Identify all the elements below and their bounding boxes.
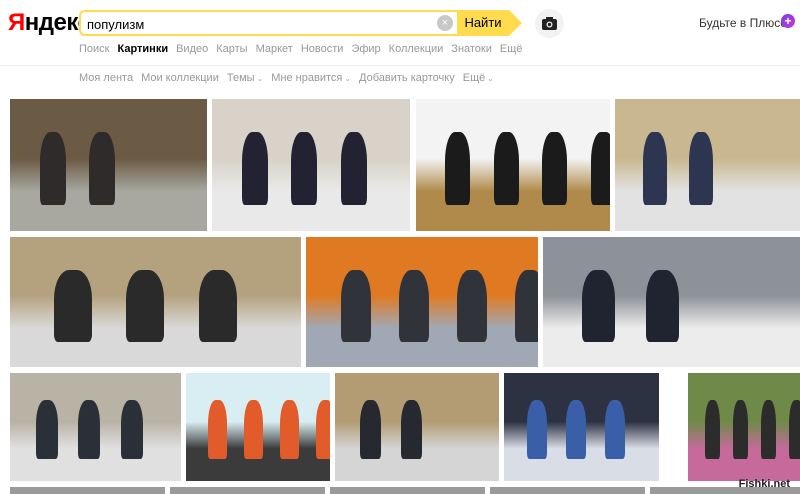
- camera-icon[interactable]: [535, 9, 564, 38]
- person-figure: [591, 132, 610, 205]
- subnav-item-label: Мои коллекции: [141, 72, 219, 84]
- person-figure: [341, 132, 367, 205]
- person-figure: [208, 400, 227, 459]
- subnav-item-label: Моя лента: [79, 72, 134, 84]
- find-button[interactable]: Найти: [457, 10, 509, 36]
- nav-tab[interactable]: Ещё: [500, 43, 523, 59]
- person-figure: [40, 132, 66, 205]
- person-figure: [89, 132, 115, 205]
- person-figure: [515, 270, 538, 342]
- thumb-man-vest-ice[interactable]: [212, 99, 410, 231]
- search-box: ×: [79, 10, 459, 36]
- thumb-car-workers[interactable]: [543, 237, 800, 367]
- nav-tab[interactable]: Поиск: [79, 43, 109, 59]
- nav-tab[interactable]: Карты: [216, 43, 247, 59]
- thumb-tractor-workers[interactable]: [10, 373, 181, 481]
- subnav-item-label: Темы: [226, 72, 255, 84]
- person-figure: [445, 132, 470, 205]
- person-figure: [54, 270, 92, 342]
- subnav-item[interactable]: Темы ⌄: [227, 72, 263, 88]
- person-figure: [280, 400, 299, 459]
- thumb-next-row[interactable]: [490, 487, 645, 494]
- subnav-item[interactable]: Ещё ⌄: [463, 72, 494, 88]
- nav-tab[interactable]: Коллекции: [389, 43, 444, 59]
- nav-tab[interactable]: Маркет: [256, 43, 293, 59]
- person-figure: [761, 400, 776, 459]
- plus-link[interactable]: Будьте в Плюсе: [699, 16, 787, 30]
- search-verticals-nav: Поиск Картинки Видео Карты Маркет Новости Эфир…: [79, 43, 530, 59]
- thumb-archway-workers[interactable]: [615, 99, 800, 231]
- person-figure: [646, 270, 679, 342]
- nav-tab[interactable]: Видео: [176, 43, 208, 59]
- person-figure: [582, 270, 615, 342]
- thumb-speaker-shovel[interactable]: [416, 99, 610, 231]
- person-figure: [341, 270, 371, 342]
- nav-tab[interactable]: Эфир: [351, 43, 380, 59]
- person-figure: [643, 132, 667, 205]
- subnav-item[interactable]: Добавить карточку: [359, 72, 455, 88]
- person-figure: [36, 400, 58, 459]
- person-figure: [291, 132, 317, 205]
- images-subnav: Моя лента Мои коллекции Темы ⌄ Мне нравится ⌄…: [79, 72, 502, 88]
- plus-icon[interactable]: +: [781, 14, 795, 28]
- thumb-orange-snowplow[interactable]: [306, 237, 538, 367]
- person-figure: [199, 270, 237, 342]
- watermark-brand: Fishki.net: [738, 478, 790, 490]
- person-figure: [605, 400, 625, 459]
- thumb-street-team[interactable]: [335, 373, 499, 481]
- thumb-evening-man[interactable]: [504, 373, 659, 481]
- thumb-next-row[interactable]: [10, 487, 165, 494]
- subnav-item-label: Мне нравится: [271, 72, 343, 84]
- person-figure: [399, 270, 429, 342]
- person-figure: [316, 400, 330, 459]
- search-input[interactable]: [87, 15, 427, 33]
- clear-icon[interactable]: ×: [437, 15, 453, 31]
- nav-tab[interactable]: Знатоки: [451, 43, 492, 59]
- thumb-cartoon-shovel[interactable]: [186, 373, 330, 481]
- person-figure: [733, 400, 748, 459]
- logo-first-letter: Я: [8, 9, 25, 36]
- thumb-archway-men[interactable]: [10, 237, 301, 367]
- nav-tab[interactable]: Картинки: [117, 43, 168, 59]
- subnav-item-label: Добавить карточку: [359, 72, 455, 84]
- person-figure: [121, 400, 143, 459]
- person-figure: [242, 132, 268, 205]
- thumb-next-row[interactable]: [170, 487, 325, 494]
- thumb-men-shovels-park[interactable]: [10, 99, 207, 231]
- subnav-item-label: Ещё: [462, 72, 486, 84]
- find-button-arrow: [509, 10, 522, 36]
- person-figure: [494, 132, 519, 205]
- chevron-down-icon: ⌄: [487, 74, 494, 83]
- person-figure: [566, 400, 586, 459]
- person-figure: [78, 400, 100, 459]
- header: Яндекс × Найти Будьте в Плюсе + ПоискКар…: [0, 0, 800, 66]
- person-figure: [126, 270, 164, 342]
- chevron-down-icon: ⌄: [344, 74, 352, 83]
- thumb-garden-people[interactable]: [688, 373, 800, 481]
- subnav-item[interactable]: Мои коллекции: [141, 72, 219, 88]
- person-figure: [244, 400, 263, 459]
- person-figure: [401, 400, 422, 459]
- chevron-down-icon: ⌄: [256, 74, 264, 83]
- person-figure: [527, 400, 547, 459]
- person-figure: [705, 400, 720, 459]
- person-figure: [360, 400, 381, 459]
- subnav-item[interactable]: Моя лента: [79, 72, 133, 88]
- subnav-item[interactable]: Мне нравится ⌄: [271, 72, 351, 88]
- person-figure: [789, 400, 800, 459]
- thumb-next-row[interactable]: [330, 487, 485, 494]
- person-figure: [689, 132, 713, 205]
- nav-tab[interactable]: Новости: [301, 43, 344, 59]
- person-figure: [542, 132, 567, 205]
- person-figure: [457, 270, 487, 342]
